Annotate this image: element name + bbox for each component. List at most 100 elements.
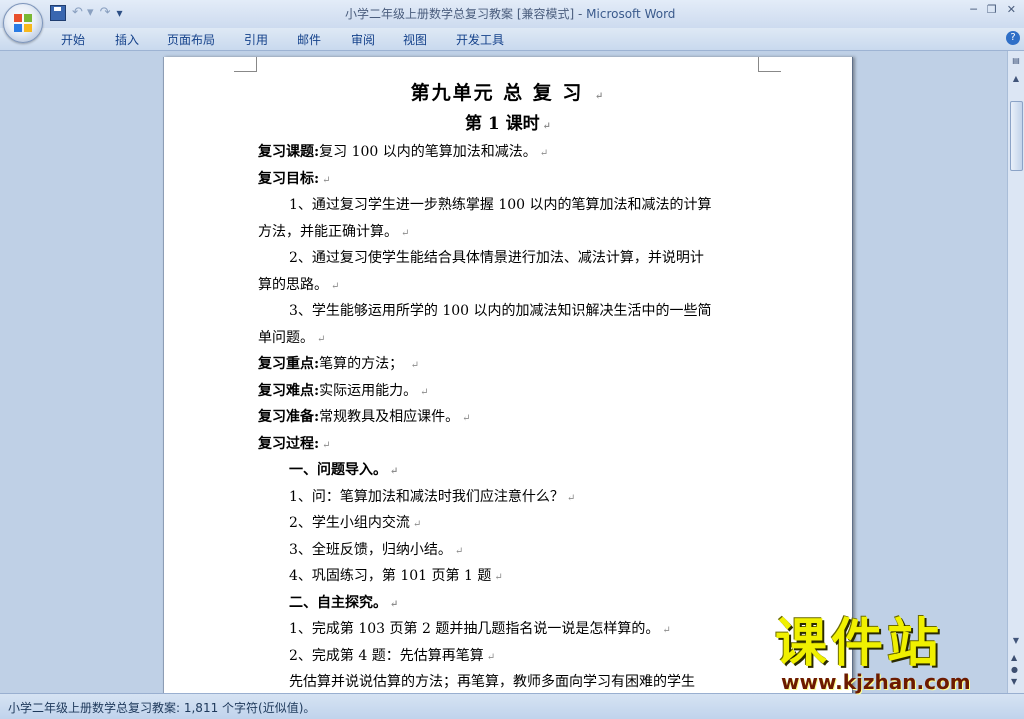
ribbon-tabs: 开始 插入 页面布局 引用 邮件 审阅 视图 开发工具 ? [0,28,1024,51]
key-text: 笔算的方法； [319,356,408,372]
section1-title: 一、问题导入。 ↵ [258,457,758,484]
process-line: 复习过程: ↵ [258,431,758,458]
difficulty-line: 复习难点:实际运用能力。 ↵ [258,378,758,405]
prep-label: 复习准备: [258,409,320,425]
paragraph-mark: ↵ [331,280,340,292]
tab-view[interactable]: 视图 [403,31,427,48]
paragraph-mark: ↵ [390,598,399,610]
paragraph-mark: ↵ [317,333,326,345]
section1-item1: 1、问：笔算加法和减法时我们应注意什么？ ↵ [258,484,758,511]
tab-references[interactable]: 引用 [244,31,268,48]
section2-item3: 先估算并说说估算的方法；再笔算，教师多面向学习有困难的学生 [289,674,695,690]
goal2-line2-text: 算的思路。 [258,276,328,293]
tab-insert[interactable]: 插入 [115,31,139,48]
tab-mailings[interactable]: 邮件 [297,31,321,48]
watermark-url: www.kjzhan.com [781,670,971,694]
preparation-line: 复习准备:常规教具及相应课件。 ↵ [258,404,758,431]
lesson-text: 第 1 课时 [464,114,540,134]
prep-text: 常规教具及相应课件。 [319,409,460,425]
title-text: 第九单元 总 复 习 [410,82,593,104]
office-button[interactable] [3,3,43,43]
section1-item4-text: 4、巩固练习，第 101 页第 1 题 [289,568,492,584]
topic-label: 复习课题: [258,144,320,160]
tab-home[interactable]: 开始 [61,31,85,48]
window-title: 小学二年级上册数学总复习教案 [兼容模式] - Microsoft Word [345,5,675,22]
scrollbar-thumb[interactable] [1010,101,1023,171]
paragraph-mark: ↵ [322,174,331,186]
section1-item4: 4、巩固练习，第 101 页第 1 题 ↵ [258,563,758,590]
crop-mark-left [234,57,257,72]
next-page-icon[interactable]: ▼ [1011,677,1017,686]
key-label: 复习重点: [258,356,320,372]
restore-icon[interactable]: ❐ [987,3,997,16]
key-point-line: 复习重点:笔算的方法； ↵ [258,351,758,378]
help-icon[interactable]: ? [1006,31,1020,45]
goal2-line1: 2、通过复习使学生能结合具体情景进行加法、减法计算，并说明计 [289,250,704,266]
ruler-toggle-icon[interactable]: ▤ [1010,55,1022,67]
tab-developer[interactable]: 开发工具 [456,31,504,48]
paragraph-mark: ↵ [390,466,399,477]
process-label: 复习过程: [258,435,320,452]
close-icon[interactable]: ✕ [1007,3,1016,16]
section2-item1-text: 1、完成第 103 页第 2 题并抽几题指名说一说是怎样算的。 [289,621,660,637]
paragraph-mark: ↵ [494,572,503,583]
difficulty-text: 实际运用能力。 [319,382,418,399]
crop-mark-right [758,57,781,72]
goals-label: 复习目标: [258,170,320,187]
watermark-logo-text: 课件站 [775,614,944,674]
paragraph-mark: ↵ [542,121,552,132]
document-title: 第九单元 总 复 习 ↵ [258,77,758,109]
section1-item1-text: 1、问：笔算加法和减法时我们应注意什么？ [289,488,564,505]
section2-item2: 2、完成第 4 题：先估算再笔算 ↵ [258,643,758,670]
paragraph-mark: ↵ [566,492,576,504]
scroll-down-icon[interactable]: ▼ [1010,635,1022,647]
paragraph-mark: ↵ [662,625,671,636]
paragraph-mark: ↵ [410,360,420,371]
goal3-line2-text: 单问题。 [258,329,314,346]
paragraph-mark: ↵ [322,439,331,451]
tab-review[interactable]: 审阅 [351,31,375,48]
browse-object-icon[interactable]: ● [1011,665,1018,674]
document-name: 小学二年级上册数学总复习教案 [兼容模式] [345,7,575,21]
section1-item3-text: 3、全班反馈，归纳小结。 [289,541,452,558]
previous-page-icon[interactable]: ▲ [1011,653,1017,662]
section1-item2-text: 2、学生小组内交流 [289,515,410,531]
scroll-up-icon[interactable]: ▲ [1010,73,1022,85]
undo-icon[interactable]: ↶ ▾ [72,4,94,22]
minimize-icon[interactable]: ─ [970,3,977,16]
section2-item2-text: 2、完成第 4 题：先估算再笔算 [289,647,484,664]
app-name: Microsoft Word [586,7,676,21]
topic-text: 复习 100 以内的笔算加法和减法。 [319,144,537,160]
paragraph-mark: ↵ [412,519,422,530]
word-count-status[interactable]: 小学二年级上册数学总复习教案: 1,811 个字符(近似值)。 [8,699,315,716]
goal3-line2: 单问题。 ↵ [258,325,758,352]
redo-icon[interactable]: ↷ [100,4,111,22]
section1-item3: 3、全班反馈，归纳小结。 ↵ [258,537,758,564]
quick-access-toolbar: ↶ ▾ ↷ ▾ [50,4,123,22]
lesson-heading: 第 1 课时 ↵ [258,109,758,139]
vertical-scrollbar[interactable]: ▤ ▲ ▼ ▲ ● ▼ [1007,51,1024,693]
section1-title-text: 一、问题导入。 [289,462,387,478]
paragraph-mark: ↵ [462,413,471,424]
goal2-line2: 算的思路。 ↵ [258,272,758,299]
document-page[interactable]: 第九单元 总 复 习 ↵ 第 1 课时 ↵ 复习课题:复习 100 以内的笔算加法… [163,57,853,693]
section2-title: 二、自主探究。 ↵ [258,590,758,617]
title-bar: ↶ ▾ ↷ ▾ 小学二年级上册数学总复习教案 [兼容模式] - Microsof… [0,0,1024,43]
section2-item1: 1、完成第 103 页第 2 题并抽几题指名说一说是怎样算的。 ↵ [258,616,758,643]
kjzhan-watermark: 课件站 www.kjzhan.com [775,614,1005,692]
goals-line: 复习目标: ↵ [258,166,758,193]
customize-toolbar-icon[interactable]: ▾ [116,4,122,22]
topic-line: 复习课题:复习 100 以内的笔算加法和减法。 ↵ [258,139,758,166]
goal3-line1: 3、学生能够运用所学的 100 以内的加减法知识解决生活中的一些简 [289,303,712,319]
paragraph-mark: ↵ [486,651,496,663]
section1-item2: 2、学生小组内交流 ↵ [258,510,758,537]
office-logo-icon [14,14,32,32]
title-separator: - [574,7,587,21]
paragraph-mark: ↵ [454,545,464,557]
goal1-line1: 1、通过复习学生进一步熟练掌握 100 以内的笔算加法和减法的计算 [289,197,712,213]
difficulty-label: 复习难点: [258,382,320,399]
paragraph-mark: ↵ [539,148,549,159]
save-icon[interactable] [50,5,66,21]
window-controls: ─ ❐ ✕ [970,3,1016,16]
tab-page-layout[interactable]: 页面布局 [167,31,215,48]
